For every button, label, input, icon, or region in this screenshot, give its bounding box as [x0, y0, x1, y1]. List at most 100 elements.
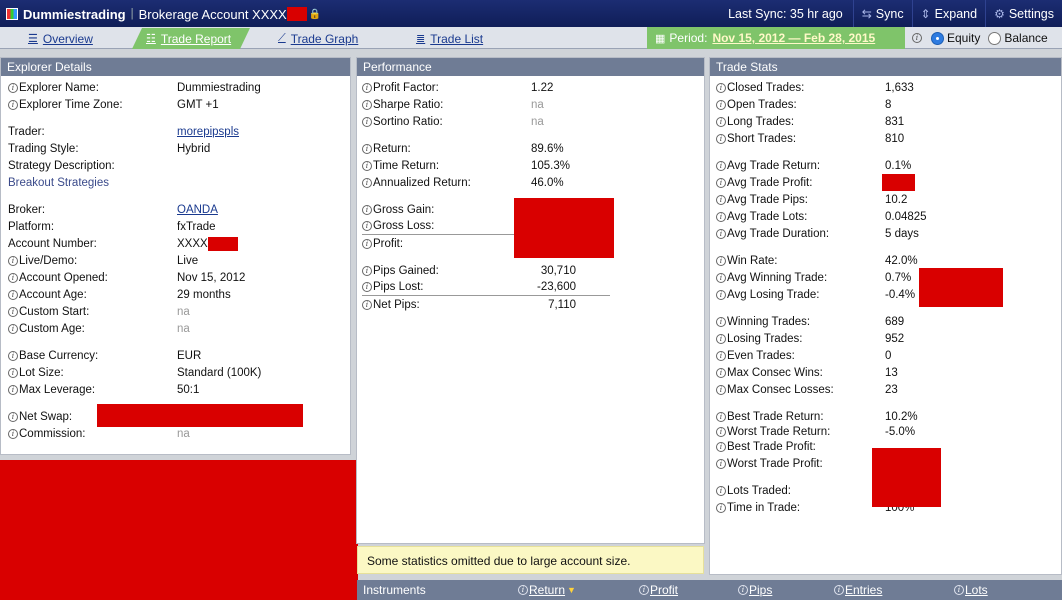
- info-icon[interactable]: i: [639, 585, 649, 595]
- trade-stats-panel: Trade Stats i Closed Trades: 1,633 i Open T…: [709, 57, 1062, 575]
- info-icon[interactable]: i: [716, 116, 726, 127]
- long-trades-label: Long Trades:: [727, 115, 795, 128]
- sort-lots[interactable]: i Lots: [954, 583, 988, 597]
- info-icon[interactable]: i: [8, 272, 18, 283]
- expand-label: Expand: [934, 7, 978, 21]
- trader-row: Trader: morepipspls: [8, 123, 350, 140]
- info-icon[interactable]: i: [362, 221, 372, 231]
- info-icon[interactable]: i: [8, 255, 18, 266]
- info-icon[interactable]: i: [716, 441, 726, 452]
- profit-factor-row: i Profit Factor: 1.22: [362, 79, 704, 96]
- avg-trade-return-label: Avg Trade Return:: [727, 159, 821, 172]
- info-icon[interactable]: i: [362, 238, 372, 249]
- info-icon[interactable]: i: [716, 99, 726, 110]
- info-icon[interactable]: i: [716, 194, 726, 205]
- info-icon[interactable]: i: [362, 116, 372, 127]
- settings-button[interactable]: ⚙ Settings: [985, 0, 1062, 28]
- info-icon[interactable]: i: [716, 485, 726, 496]
- broker-link[interactable]: OANDA: [177, 204, 218, 216]
- info-icon[interactable]: i: [716, 333, 726, 344]
- lot-size-row: i Lot Size: Standard (100K): [8, 364, 350, 381]
- tab-trade-report[interactable]: ☷ Trade Report: [132, 28, 250, 49]
- gross-gain-label: Gross Gain:: [373, 203, 435, 216]
- app-title[interactable]: Dummiestrading: [23, 7, 126, 22]
- info-icon[interactable]: i: [716, 133, 726, 144]
- info-icon[interactable]: i: [716, 384, 726, 395]
- info-icon[interactable]: i: [8, 99, 18, 110]
- info-icon[interactable]: i: [8, 289, 18, 300]
- custom-age-label: Custom Age:: [19, 322, 85, 335]
- avg-trade-duration-value: 5 days: [885, 227, 919, 240]
- trading-style-row: Trading Style: Hybrid: [8, 140, 350, 157]
- sort-pips[interactable]: i Pips: [738, 583, 772, 597]
- info-icon[interactable]: i: [716, 316, 726, 327]
- return-label: Return:: [373, 142, 411, 155]
- info-icon[interactable]: i: [362, 160, 372, 171]
- info-icon[interactable]: i: [362, 265, 372, 276]
- info-icon[interactable]: i: [716, 502, 726, 513]
- info-icon[interactable]: i: [716, 82, 726, 93]
- profit-label: Profit:: [373, 237, 404, 250]
- live-demo-label: Live/Demo:: [19, 254, 78, 267]
- info-icon[interactable]: i: [8, 350, 18, 361]
- info-icon[interactable]: i: [362, 177, 372, 188]
- info-icon[interactable]: i: [8, 384, 18, 395]
- info-icon[interactable]: i: [8, 306, 18, 317]
- time-return-row: i Time Return: 105.3%: [362, 157, 704, 174]
- period-selector[interactable]: ▦ Period: Nov 15, 2012 — Feb 28, 2015: [647, 27, 905, 49]
- info-icon[interactable]: i: [716, 350, 726, 361]
- info-icon[interactable]: i: [362, 299, 372, 310]
- return-value: 89.6%: [531, 142, 564, 155]
- max-consec-wins-row: i Max Consec Wins: 13: [716, 364, 1061, 381]
- sort-return[interactable]: i Return ▼: [518, 583, 576, 597]
- avg-winning-trade-value: 0.7%: [885, 271, 912, 284]
- info-icon[interactable]: i: [518, 585, 528, 595]
- lots-traded-label: Lots Traded:: [727, 484, 791, 497]
- tab-trade-list[interactable]: ≣ Trade List: [416, 28, 483, 49]
- info-icon[interactable]: i: [362, 99, 372, 110]
- info-icon[interactable]: i: [8, 323, 18, 334]
- sort-entries[interactable]: i Entries: [834, 583, 882, 597]
- info-icon[interactable]: i: [716, 458, 726, 469]
- info-icon[interactable]: i: [362, 82, 372, 93]
- info-icon[interactable]: i: [362, 282, 372, 292]
- commission-row: i Commission: na: [8, 425, 350, 442]
- explorer-name-label: Explorer Name:: [19, 81, 99, 94]
- info-icon[interactable]: i: [716, 255, 726, 266]
- info-icon[interactable]: i: [912, 33, 922, 43]
- info-icon[interactable]: i: [8, 82, 18, 93]
- info-icon[interactable]: i: [716, 160, 726, 171]
- info-icon[interactable]: i: [716, 211, 726, 222]
- info-icon[interactable]: i: [834, 585, 844, 595]
- info-icon[interactable]: i: [716, 177, 726, 188]
- info-icon[interactable]: i: [8, 411, 18, 422]
- info-icon[interactable]: i: [8, 428, 18, 439]
- avg-trade-pips-value: 10.2: [885, 193, 908, 206]
- info-icon[interactable]: i: [716, 272, 726, 283]
- info-icon[interactable]: i: [954, 585, 964, 595]
- info-icon[interactable]: i: [716, 411, 726, 422]
- balance-label: Balance: [1004, 31, 1048, 45]
- period-dates[interactable]: Nov 15, 2012 — Feb 28, 2015: [712, 31, 875, 45]
- pips-gained-value: 30,710: [540, 264, 576, 277]
- base-currency-value: EUR: [177, 349, 202, 362]
- tab-overview[interactable]: ☰ Overview: [28, 28, 93, 49]
- info-icon[interactable]: i: [716, 228, 726, 239]
- title-separator: |: [130, 8, 134, 20]
- equity-radio[interactable]: [931, 31, 944, 45]
- info-icon[interactable]: i: [8, 367, 18, 378]
- sync-button[interactable]: ⇆ Sync: [852, 0, 912, 28]
- expand-button[interactable]: ⇕ Expand: [911, 0, 985, 28]
- info-icon[interactable]: i: [716, 367, 726, 378]
- info-icon[interactable]: i: [738, 585, 748, 595]
- pips-lost-value: -23,600: [536, 281, 576, 293]
- info-icon[interactable]: i: [716, 426, 726, 437]
- annualized-return-label: Annualized Return:: [373, 176, 471, 189]
- balance-radio[interactable]: [988, 31, 1002, 45]
- info-icon[interactable]: i: [716, 289, 726, 300]
- tab-trade-graph[interactable]: ⟋ Trade Graph: [278, 28, 358, 49]
- sort-profit[interactable]: i Profit: [639, 583, 678, 597]
- info-icon[interactable]: i: [362, 143, 372, 154]
- trader-link[interactable]: morepipspls: [177, 126, 239, 138]
- info-icon[interactable]: i: [362, 204, 372, 215]
